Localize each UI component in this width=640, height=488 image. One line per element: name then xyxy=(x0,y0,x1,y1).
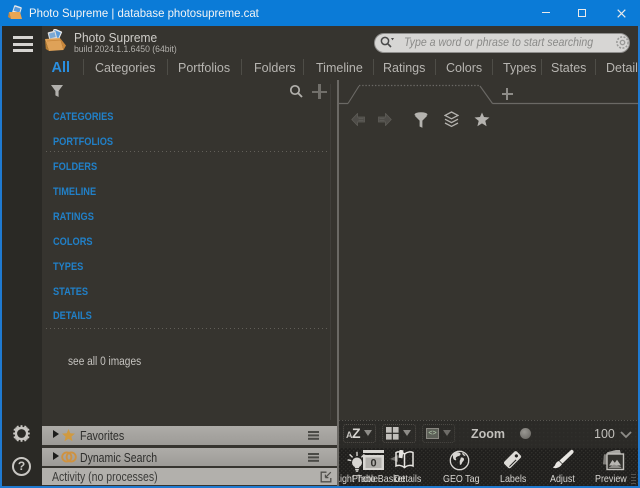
svg-text:0: 0 xyxy=(370,458,376,470)
